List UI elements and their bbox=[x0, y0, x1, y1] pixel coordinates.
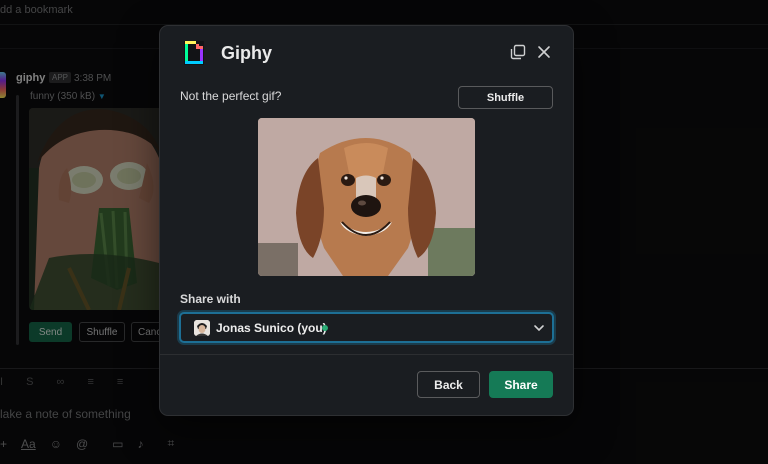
selected-user-name: Jonas Sunico (you) bbox=[216, 321, 327, 335]
share-button[interactable]: Share bbox=[489, 371, 553, 398]
expand-icon[interactable] bbox=[510, 44, 526, 60]
modal-footer-divider bbox=[160, 354, 573, 355]
user-avatar-illustration bbox=[194, 320, 210, 336]
modal-title: Giphy bbox=[221, 43, 273, 63]
close-icon[interactable] bbox=[536, 44, 552, 60]
presence-indicator bbox=[322, 325, 328, 331]
share-with-label: Share with bbox=[180, 292, 241, 306]
dog-gif-illustration bbox=[258, 118, 475, 276]
user-avatar bbox=[194, 320, 210, 336]
chevron-down-icon bbox=[534, 325, 544, 332]
share-with-select[interactable]: Jonas Sunico (you) bbox=[179, 312, 554, 343]
not-perfect-prompt: Not the perfect gif? bbox=[180, 89, 282, 103]
gif-preview bbox=[258, 118, 475, 276]
back-button[interactable]: Back bbox=[417, 371, 480, 398]
giphy-modal: Giphy Not the perfect gif? Shuffle Share… bbox=[160, 26, 573, 415]
giphy-logo-icon bbox=[184, 41, 204, 65]
shuffle-button[interactable]: Shuffle bbox=[458, 86, 553, 109]
